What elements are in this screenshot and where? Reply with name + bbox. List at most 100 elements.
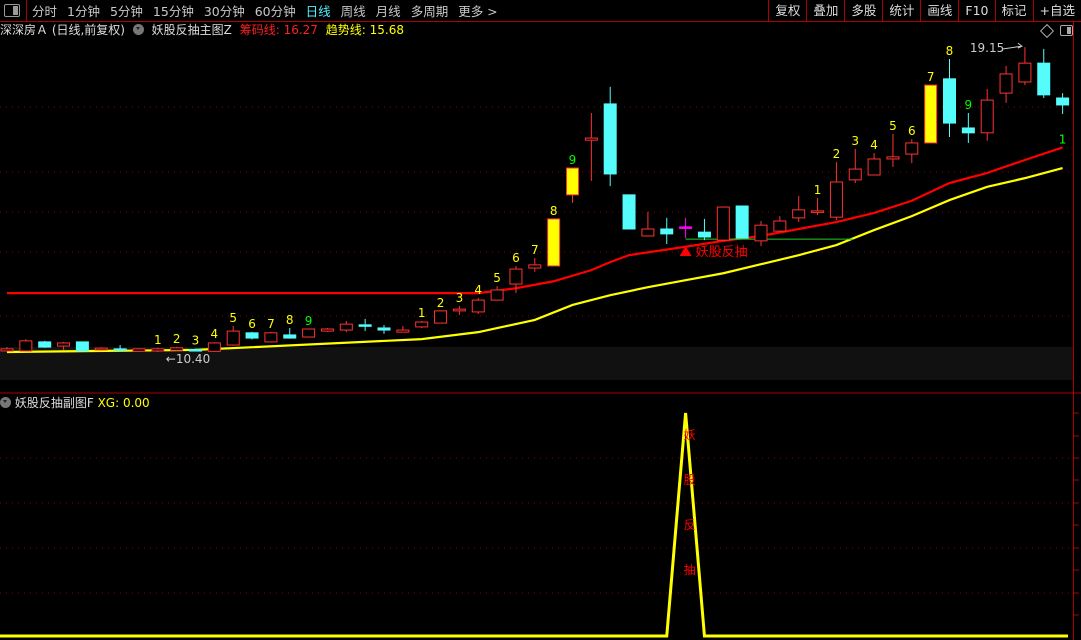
count-label: 7 (267, 317, 275, 331)
indicator-dropdown-icon[interactable] (0, 397, 11, 408)
shaded-band (0, 347, 1073, 380)
candle-body (94, 347, 108, 351)
candle (811, 197, 825, 216)
candle-body (584, 137, 598, 141)
candle (584, 112, 598, 181)
candle (886, 133, 900, 167)
candle-body (19, 340, 33, 352)
candle-body (961, 127, 975, 134)
candle-body (980, 99, 994, 134)
xg-line (0, 412, 1068, 638)
candle-body (999, 73, 1013, 94)
count-label: 7 (927, 70, 935, 84)
candle-body (471, 299, 485, 313)
candle (943, 58, 956, 138)
candle-body (396, 329, 410, 333)
candle (358, 318, 372, 332)
candle-body (264, 332, 278, 343)
candle-body (829, 181, 843, 218)
candle (245, 331, 259, 340)
candle-body (697, 231, 711, 238)
candle-body (1037, 62, 1051, 96)
candle (1037, 48, 1051, 98)
candle (434, 310, 448, 324)
arrow-icon (1001, 42, 1023, 50)
candle (377, 325, 391, 334)
candle-body (641, 228, 655, 237)
count-label: 3 (851, 134, 859, 148)
candle (697, 218, 711, 241)
count-label: 1 (814, 183, 822, 197)
candle-body (75, 341, 89, 352)
candle-body (226, 330, 240, 346)
candle-body (547, 218, 561, 267)
candle-body (811, 210, 825, 213)
candle (19, 339, 33, 352)
sub-indicator-name[interactable]: 妖股反抽副图F (15, 396, 94, 410)
candle (471, 297, 485, 315)
candle (132, 348, 146, 352)
signal-char: 妖 (684, 428, 696, 442)
candle (226, 325, 240, 346)
candle (999, 65, 1013, 103)
candle-body (245, 332, 259, 339)
count-label: 3 (456, 291, 464, 305)
candle (754, 220, 768, 247)
main-chart-header: 深深房Ａ (日线,前复权) 妖股反抽主图Z 筹码线: 16.27 趋势线: 15… (0, 22, 408, 39)
chip-line-value: 筹码线: 16.27 (239, 23, 318, 37)
candle (38, 340, 52, 348)
count-label: 3 (192, 334, 200, 348)
candle (566, 167, 579, 203)
candle-body (113, 348, 127, 351)
indicator-dropdown-icon[interactable] (132, 24, 144, 35)
candle-body (792, 209, 806, 219)
trend-line-value: 趋势线: 15.68 (325, 23, 404, 37)
count-label: 9 (305, 314, 313, 328)
chart-corner-icons (1039, 23, 1073, 38)
diamond-icon[interactable] (1039, 23, 1055, 38)
count-label: 9 (965, 98, 973, 112)
candle-body (339, 323, 353, 331)
main-indicator-name[interactable]: 妖股反抽主图Z (152, 23, 232, 37)
candle (283, 327, 297, 339)
panel-icon[interactable] (1060, 25, 1073, 36)
candle (415, 320, 429, 328)
candle-body (452, 308, 466, 312)
count-label: 5 (229, 311, 237, 325)
candle (660, 217, 674, 244)
candle (905, 139, 919, 164)
count-label: 6 (248, 317, 256, 331)
candle-body (660, 228, 674, 235)
count-label: 6 (512, 251, 520, 265)
candle-body (415, 321, 429, 328)
candle-body (509, 268, 523, 285)
candle (735, 205, 749, 239)
candle (961, 112, 975, 143)
count-label: 8 (946, 44, 954, 58)
count-label: 9 (569, 153, 577, 167)
candle-body (1056, 97, 1070, 106)
candle (302, 328, 316, 338)
candle (980, 88, 994, 141)
count-label: 6 (908, 124, 916, 138)
candle (792, 195, 806, 223)
candle-body (490, 289, 504, 301)
candle (396, 325, 410, 333)
kline-chart[interactable]: 1 2 3 45 6 7 8 912 3456789123 45 6789119.15←10.40妖… (0, 0, 1081, 640)
candle (170, 346, 184, 351)
signal-char: 抽 (684, 563, 696, 577)
count-label: 4 (870, 138, 878, 152)
candle (207, 342, 221, 352)
candle (320, 327, 334, 332)
high-price-label: 19.15 (970, 41, 1004, 55)
candle (848, 148, 862, 184)
candle-body (528, 264, 542, 269)
candle-body (886, 156, 900, 160)
candle (75, 341, 89, 352)
count-label: 7 (531, 243, 539, 257)
stock-title: 深深房Ａ (日线,前复权) (0, 23, 125, 37)
count-label: 1 (418, 306, 426, 320)
count-label: 1 (154, 333, 162, 347)
candle (1018, 47, 1032, 86)
count-label: 8 (550, 204, 558, 218)
